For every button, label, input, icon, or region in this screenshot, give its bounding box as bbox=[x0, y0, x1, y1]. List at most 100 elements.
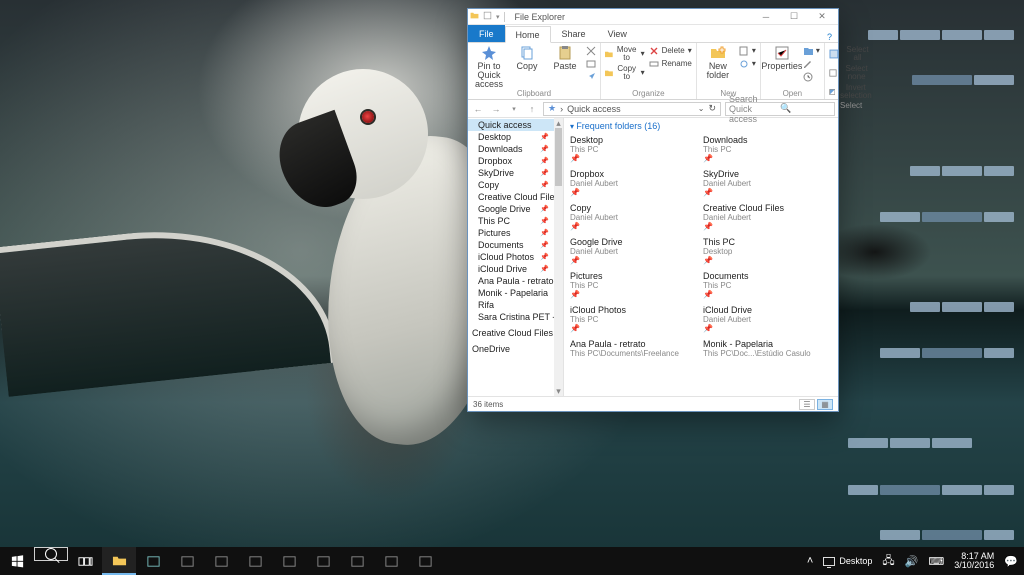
folder-tile[interactable]: iCloud DriveDaniel Aubert📌 bbox=[703, 305, 832, 333]
taskbar-explorer-button[interactable] bbox=[102, 547, 136, 575]
sidebar-item[interactable]: Google Drive📌 bbox=[468, 203, 563, 215]
file-list[interactable]: Frequent folders (16) DesktopThis PC📌Dow… bbox=[564, 118, 838, 396]
chevron-down-icon[interactable]: ⌄ bbox=[698, 104, 705, 113]
folder-tile[interactable]: Monik - PapelariaThis PC\Doc...\Estúdio … bbox=[703, 339, 832, 358]
copy-to-button[interactable]: Copy to ▾ bbox=[605, 64, 645, 82]
scroll-up-icon[interactable]: ▴ bbox=[554, 118, 563, 128]
action-center-icon[interactable]: 💬 bbox=[1004, 555, 1018, 568]
sidebar-item[interactable]: Rifa bbox=[468, 299, 563, 311]
desktop-widget[interactable] bbox=[880, 530, 1014, 540]
sidebar-item[interactable]: Desktop📌 bbox=[468, 131, 563, 143]
tray-show-desktop[interactable]: Desktop bbox=[823, 556, 872, 566]
taskbar-search-button[interactable] bbox=[34, 547, 68, 561]
folder-tile[interactable]: PicturesThis PC📌 bbox=[570, 271, 699, 299]
copy-button[interactable]: Copy bbox=[510, 45, 544, 71]
nav-up-button[interactable]: ↑ bbox=[525, 102, 539, 116]
cut-button[interactable] bbox=[586, 45, 596, 57]
folder-tile[interactable]: DocumentsThis PC📌 bbox=[703, 271, 832, 299]
tray-network-icon[interactable]: 🖧 bbox=[882, 552, 894, 571]
sidebar-section[interactable]: OneDrive bbox=[468, 343, 563, 355]
qat-properties-icon[interactable] bbox=[483, 11, 492, 22]
taskbar-app-6[interactable] bbox=[306, 547, 340, 575]
ribbon-help-icon[interactable]: ? bbox=[821, 32, 838, 42]
folder-tile[interactable]: CopyDaniel Aubert📌 bbox=[570, 203, 699, 231]
sidebar-item[interactable]: Dropbox📌 bbox=[468, 155, 563, 167]
sidebar-item[interactable]: Copy📌 bbox=[468, 179, 563, 191]
rename-button[interactable]: Rename bbox=[649, 58, 692, 70]
maximize-button[interactable]: ☐ bbox=[780, 10, 808, 24]
sidebar-item[interactable]: Pictures📌 bbox=[468, 227, 563, 239]
sidebar-item[interactable]: SkyDrive📌 bbox=[468, 167, 563, 179]
breadcrumb[interactable]: ★ › Quick access ⌄ ↻ bbox=[543, 102, 721, 116]
taskbar-app-7[interactable] bbox=[340, 547, 374, 575]
paste-shortcut-button[interactable] bbox=[586, 71, 596, 83]
tray-volume-icon[interactable]: 🔊 bbox=[905, 555, 919, 568]
folder-tile[interactable]: Creative Cloud FilesDaniel Aubert📌 bbox=[703, 203, 832, 231]
nav-back-button[interactable]: ← bbox=[471, 102, 485, 116]
sidebar-item[interactable]: This PC📌 bbox=[468, 215, 563, 227]
paste-button[interactable]: Paste bbox=[548, 45, 582, 71]
taskbar-clock[interactable]: 8:17 AM 3/10/2016 bbox=[954, 552, 994, 571]
desktop-widget[interactable] bbox=[868, 30, 1014, 40]
sidebar-item[interactable]: Quick access bbox=[468, 119, 563, 131]
tray-chevron-up-icon[interactable]: ˄ bbox=[807, 555, 813, 567]
new-folder-button[interactable]: New folder bbox=[701, 45, 735, 80]
copy-path-button[interactable] bbox=[586, 58, 596, 70]
taskbar-app-3[interactable] bbox=[204, 547, 238, 575]
refresh-icon[interactable]: ↻ bbox=[708, 103, 716, 114]
folder-tile[interactable]: SkyDriveDaniel Aubert📌 bbox=[703, 169, 832, 197]
open-button[interactable]: ▾ bbox=[803, 45, 820, 57]
group-header[interactable]: Frequent folders (16) bbox=[570, 121, 832, 131]
desktop-widget[interactable] bbox=[912, 75, 1014, 85]
task-view-button[interactable] bbox=[68, 547, 102, 575]
move-to-button[interactable]: Move to ▾ bbox=[605, 45, 645, 63]
easy-access-button[interactable]: ▾ bbox=[739, 58, 756, 70]
folder-tile[interactable]: DesktopThis PC📌 bbox=[570, 135, 699, 163]
close-button[interactable]: ✕ bbox=[808, 10, 836, 24]
nav-recent-button[interactable]: ▾ bbox=[507, 102, 521, 116]
tray-keyboard-icon[interactable]: ⌨ bbox=[928, 555, 944, 568]
minimize-button[interactable]: ─ bbox=[752, 10, 780, 24]
delete-button[interactable]: Delete ▾ bbox=[649, 45, 692, 57]
folder-tile[interactable]: Google DriveDaniel Aubert📌 bbox=[570, 237, 699, 265]
sidebar-item[interactable]: iCloud Photos📌 bbox=[468, 251, 563, 263]
edit-button[interactable] bbox=[803, 58, 820, 70]
qat-dropdown-icon[interactable]: ▾ bbox=[496, 13, 500, 21]
taskbar-app-9[interactable] bbox=[408, 547, 442, 575]
sidebar-item[interactable]: Downloads📌 bbox=[468, 143, 563, 155]
sidebar-item[interactable]: iCloud Drive📌 bbox=[468, 263, 563, 275]
taskbar-app-5[interactable] bbox=[272, 547, 306, 575]
scroll-thumb[interactable] bbox=[555, 128, 562, 186]
taskbar-app-2[interactable] bbox=[170, 547, 204, 575]
desktop-widget[interactable] bbox=[880, 212, 1014, 222]
taskbar-app-4[interactable] bbox=[238, 547, 272, 575]
sidebar-item[interactable]: Monik - Papelaria bbox=[468, 287, 563, 299]
sidebar-item[interactable]: Ana Paula - retrato bbox=[468, 275, 563, 287]
taskbar-app-8[interactable] bbox=[374, 547, 408, 575]
view-details-button[interactable]: ☰ bbox=[799, 399, 815, 410]
folder-tile[interactable]: iCloud PhotosThis PC📌 bbox=[570, 305, 699, 333]
desktop-widget[interactable] bbox=[848, 485, 1014, 495]
start-button[interactable] bbox=[0, 547, 34, 575]
pin-to-quick-access-button[interactable]: Pin to Quick access bbox=[472, 45, 506, 89]
search-input[interactable]: Search Quick access 🔍 bbox=[725, 102, 835, 116]
folder-tile[interactable]: DownloadsThis PC📌 bbox=[703, 135, 832, 163]
sidebar-item[interactable]: Documents📌 bbox=[468, 239, 563, 251]
properties-button[interactable]: Properties bbox=[765, 45, 799, 71]
desktop-widget[interactable] bbox=[880, 348, 1014, 358]
desktop-widget[interactable] bbox=[910, 166, 1014, 176]
desktop-widget[interactable] bbox=[910, 302, 1014, 312]
folder-tile[interactable]: Ana Paula - retratoThis PC\Documents\Fre… bbox=[570, 339, 699, 358]
select-none-button[interactable]: Select none bbox=[829, 64, 874, 82]
nav-forward-button[interactable]: → bbox=[489, 102, 503, 116]
view-tiles-button[interactable]: ▦ bbox=[817, 399, 833, 410]
sidebar-scrollbar[interactable]: ▴ ▾ bbox=[554, 118, 563, 396]
taskbar-app-1[interactable] bbox=[136, 547, 170, 575]
select-all-button[interactable]: Select all bbox=[829, 45, 874, 63]
scroll-down-icon[interactable]: ▾ bbox=[554, 386, 563, 396]
folder-tile[interactable]: DropboxDaniel Aubert📌 bbox=[570, 169, 699, 197]
sidebar-item[interactable]: Sara Cristina PET - Gusta bbox=[468, 311, 563, 323]
tab-share[interactable]: Share bbox=[551, 25, 597, 42]
sidebar-item[interactable]: Creative Cloud Files📌 bbox=[468, 191, 563, 203]
tab-view[interactable]: View bbox=[597, 25, 638, 42]
